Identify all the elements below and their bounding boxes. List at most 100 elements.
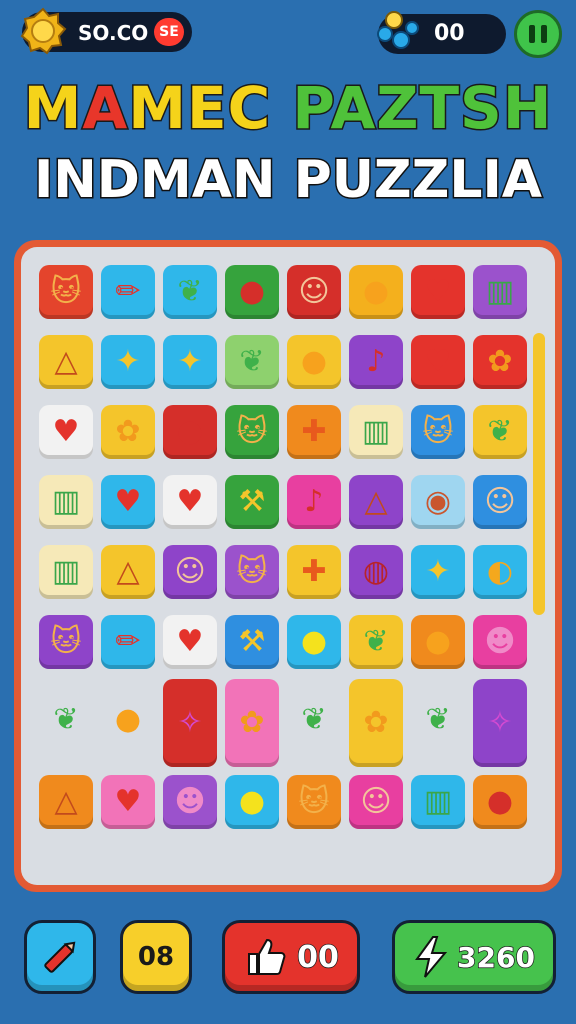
heart-icon: ♥ <box>176 484 204 519</box>
tile-maple[interactable]: ✿ <box>473 335 527 389</box>
pencil-icon: ✏ <box>115 274 141 309</box>
tile-pyramid[interactable]: △ <box>39 335 93 389</box>
crayons-icon: ▥ <box>51 484 81 519</box>
tile-leaf[interactable]: ❦ <box>225 335 279 389</box>
tile-leaf[interactable]: ❦ <box>411 693 465 747</box>
tile-orange[interactable]: ● <box>349 265 403 319</box>
tile-crayons[interactable]: ▥ <box>39 475 93 529</box>
tile-cat[interactable]: 🐱 <box>225 545 279 599</box>
tile-leaf[interactable]: ❦ <box>473 405 527 459</box>
like-count: 00 <box>296 939 339 976</box>
tile-leaf[interactable]: ❦ <box>163 265 217 319</box>
tile-pyramid[interactable]: △ <box>101 545 155 599</box>
tile-apple[interactable]: ● <box>473 775 527 829</box>
pig-icon: ☻ <box>174 784 206 819</box>
thumbs-up-icon <box>248 938 286 975</box>
power-button[interactable]: 3260 <box>392 920 556 994</box>
like-button[interactable]: 00 <box>222 920 360 994</box>
maple-icon: ✿ <box>239 705 265 740</box>
bird-icon: ✦ <box>425 554 451 589</box>
tile-bird[interactable]: ✦ <box>101 335 155 389</box>
game-title-line2: INDMAN PUZZLIA <box>32 149 543 212</box>
tile-fish[interactable]: ✧ <box>473 679 527 767</box>
tile-pencil[interactable]: ✏ <box>101 615 155 669</box>
title-letter: A <box>81 73 129 144</box>
tile-crayons[interactable]: ▥ <box>411 775 465 829</box>
leaf-icon: ❦ <box>363 624 389 659</box>
tile-heart[interactable]: ♥ <box>411 335 465 389</box>
tile-heart[interactable]: ♥ <box>163 615 217 669</box>
tile-leaf[interactable]: ❦ <box>39 693 93 747</box>
tile-carrot[interactable]: ✚ <box>287 405 341 459</box>
board-scrollbar[interactable] <box>533 333 545 615</box>
pyramid-icon: △ <box>116 554 140 589</box>
tile-orange[interactable]: ● <box>411 615 465 669</box>
tile-bird[interactable]: ✦ <box>163 335 217 389</box>
tile-axe[interactable]: ⚒ <box>225 475 279 529</box>
leaf-icon: ❦ <box>53 702 79 737</box>
bird-icon: ✦ <box>177 344 203 379</box>
tile-crayons[interactable]: ▥ <box>473 265 527 319</box>
tile-maple[interactable]: ✿ <box>349 679 403 767</box>
tile-maple[interactable]: ✿ <box>225 679 279 767</box>
tile-leaf[interactable]: ❦ <box>287 693 341 747</box>
crayons-icon: ▥ <box>361 414 391 449</box>
game-board: 🐱 ✏ ❦ ● ☺ ● ♥ ▥ △ ✦ ✦ ❦ ● ♪ ♥ ✿ ♥ ✿ ● 🐱 ✚ ▥ 🐱 ❦ ▥ ♥ ♥ ⚒ ♪ △ ◉ ☺ ▥ △ ☺ 🐱 ✚ ◍ ✦ ◐… <box>14 240 562 892</box>
tile-boy[interactable]: ☺ <box>473 475 527 529</box>
tile-heart[interactable]: ♥ <box>101 475 155 529</box>
tile-guitar[interactable]: ♪ <box>287 475 341 529</box>
crayons-icon: ▥ <box>423 784 453 819</box>
tile-cat[interactable]: 🐱 <box>225 405 279 459</box>
coin-badge[interactable]: SE <box>154 18 184 46</box>
tile-boy[interactable]: ☺ <box>163 545 217 599</box>
tile-crayons[interactable]: ▥ <box>349 405 403 459</box>
axe-icon: ⚒ <box>238 624 266 659</box>
pomegranate-icon: ◍ <box>362 554 390 589</box>
lemon-icon: ● <box>300 624 328 659</box>
tile-leaf[interactable]: ❦ <box>349 615 403 669</box>
tile-lemon[interactable]: ● <box>287 615 341 669</box>
tile-guitar[interactable]: ♪ <box>349 335 403 389</box>
tile-orange[interactable]: ● <box>101 693 155 747</box>
tile-cat[interactable]: 🐱 <box>39 265 93 319</box>
ball-icon: ◐ <box>486 554 514 589</box>
tile-pyramid[interactable]: △ <box>349 475 403 529</box>
tile-carrot[interactable]: ✚ <box>287 545 341 599</box>
tile-pig[interactable]: ☻ <box>163 775 217 829</box>
counter-value: 08 <box>137 942 175 972</box>
tile-heart[interactable]: ♥ <box>163 475 217 529</box>
tile-ball[interactable]: ◐ <box>473 545 527 599</box>
tile-heart[interactable]: ♥ <box>411 265 465 319</box>
tile-maple[interactable]: ✿ <box>101 405 155 459</box>
leaf-icon: ❦ <box>425 702 451 737</box>
tile-orange[interactable]: ● <box>287 335 341 389</box>
tile-crayons[interactable]: ▥ <box>39 545 93 599</box>
tile-owl[interactable]: ◉ <box>411 475 465 529</box>
tile-apple[interactable]: ● <box>163 405 217 459</box>
cat-icon: 🐱 <box>236 414 268 449</box>
tile-cat[interactable]: 🐱 <box>39 615 93 669</box>
tile-lemon[interactable]: ● <box>225 775 279 829</box>
tile-heart[interactable]: ♥ <box>101 775 155 829</box>
tile-pig[interactable]: ☻ <box>473 615 527 669</box>
tile-cat[interactable]: 🐱 <box>287 775 341 829</box>
tile-apple[interactable]: ● <box>225 265 279 319</box>
tile-heart[interactable]: ♥ <box>39 405 93 459</box>
pencil-tool-button[interactable] <box>24 920 96 994</box>
pig-icon: ☻ <box>484 624 516 659</box>
tile-pyramid[interactable]: △ <box>39 775 93 829</box>
tile-pencil[interactable]: ✏ <box>101 265 155 319</box>
leaf-icon: ❦ <box>301 702 327 737</box>
tile-boy[interactable]: ☺ <box>349 775 403 829</box>
cat-icon: 🐱 <box>236 554 268 589</box>
title-letter: C <box>226 73 272 144</box>
tile-cat[interactable]: 🐱 <box>411 405 465 459</box>
counter-button[interactable]: 08 <box>120 920 192 994</box>
tile-pomegranate[interactable]: ◍ <box>349 545 403 599</box>
tile-bird[interactable]: ✦ <box>411 545 465 599</box>
tile-fish[interactable]: ✧ <box>163 679 217 767</box>
tile-boy[interactable]: ☺ <box>287 265 341 319</box>
pause-button[interactable] <box>514 10 562 58</box>
tile-axe[interactable]: ⚒ <box>225 615 279 669</box>
orange-icon: ● <box>424 624 452 659</box>
